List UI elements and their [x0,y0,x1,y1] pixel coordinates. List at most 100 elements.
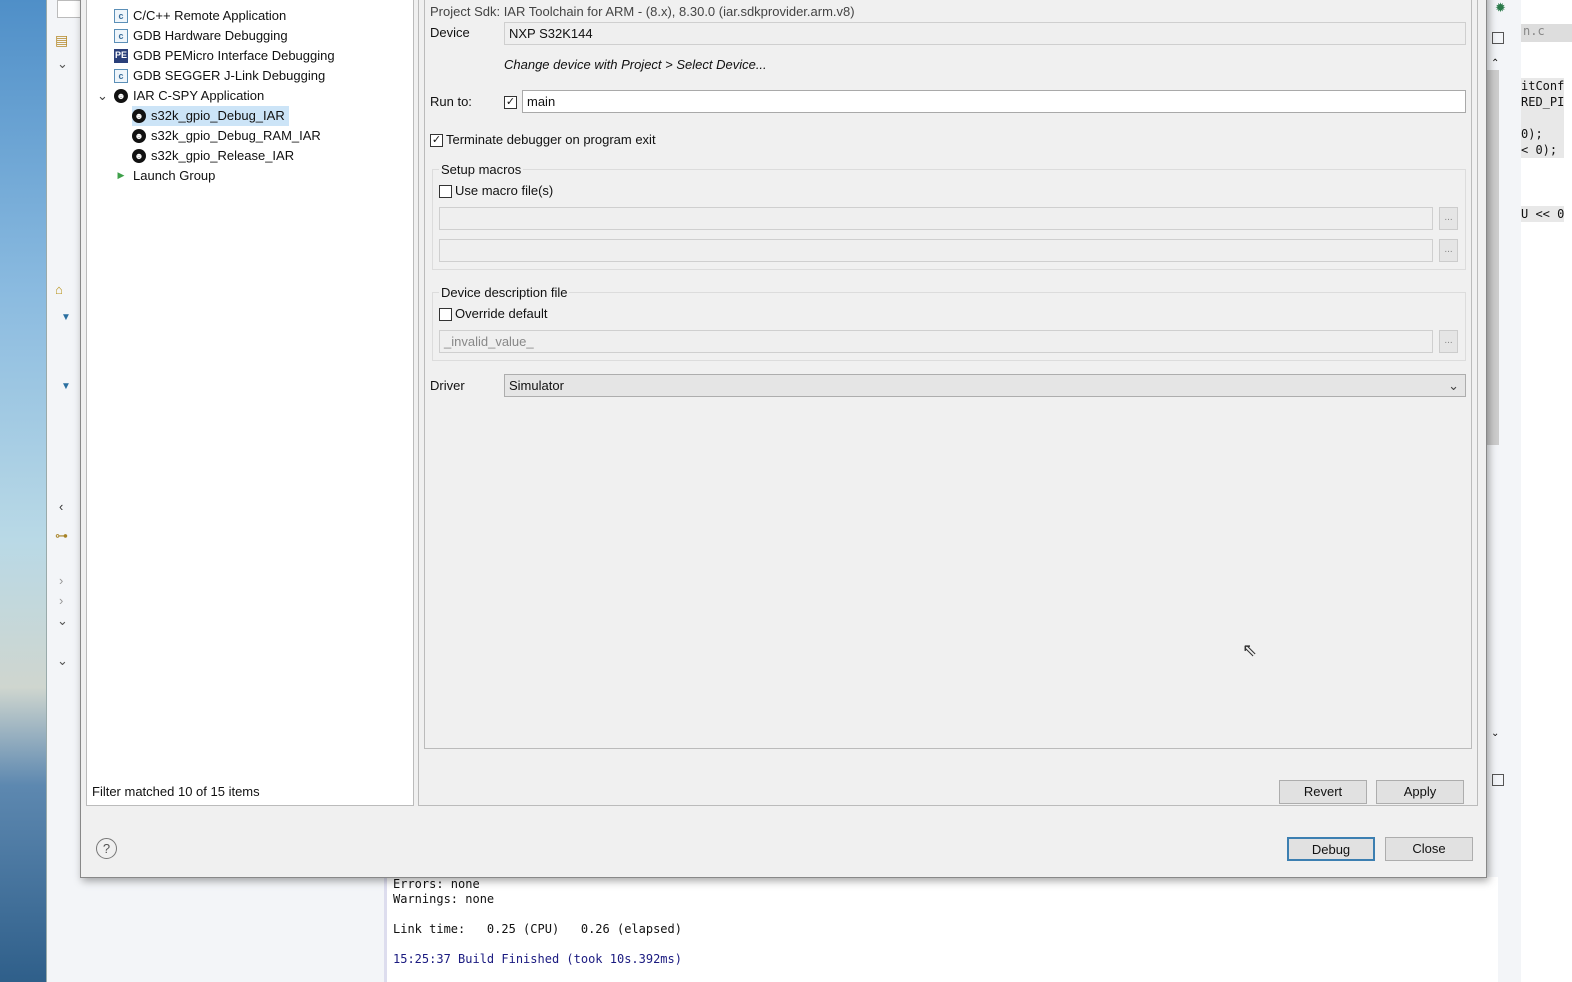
tree-item-gdb-hardware[interactable]: c GDB Hardware Debugging [114,26,288,46]
chevron-right-icon[interactable]: › [59,593,63,608]
debug-perspective-icon[interactable]: ⌂ [55,282,63,297]
code-line: RED_PI [1521,95,1565,109]
config-panel: Project Sdk: IAR Toolchain for ARM - (8.… [418,0,1478,806]
tree-item-label: GDB SEGGER J-Link Debugging [133,68,326,83]
close-button[interactable]: Close [1385,837,1473,861]
scroll-down-icon[interactable]: ⌄ [1491,728,1499,739]
code-line: < 0); [1521,143,1558,157]
project-explorer-icon[interactable]: ▤ [55,32,68,49]
setup-macros-group: Setup macros Use macro file(s) ... ... [432,160,1466,270]
code-line: 0); [1521,127,1543,141]
tree-item-s32k-debug-iar[interactable]: ☻ s32k_gpio_Debug_IAR [132,106,289,126]
browse-button[interactable]: ... [1439,239,1458,262]
macro-file-input-2 [439,239,1433,262]
device-description-input: _invalid_value_ [439,330,1433,353]
chevron-down-icon[interactable]: ⌄ [57,653,68,669]
tree-item-s32k-debug-ram-iar[interactable]: ☻ s32k_gpio_Debug_RAM_IAR [132,126,321,146]
console-line: Errors: none [393,877,480,891]
maximize-icon[interactable] [1492,32,1504,44]
run-to-checkbox[interactable]: ✓ [504,96,517,109]
tree-item-gdb-segger[interactable]: c GDB SEGGER J-Link Debugging [114,66,325,86]
revert-button[interactable]: Revert [1279,780,1367,804]
debugger-tab-content: Project Sdk: IAR Toolchain for ARM - (8.… [424,0,1472,749]
build-console[interactable]: Errors: none Warnings: none Link time: 0… [384,877,1498,982]
run-to-input[interactable]: main [522,90,1466,113]
chevron-down-icon: ⌄ [1448,378,1459,393]
tree-item-label: GDB PEMicro Interface Debugging [133,48,335,63]
outline-icon[interactable]: ⊶ [55,528,68,544]
tree-item-s32k-release-iar[interactable]: ☻ s32k_gpio_Release_IAR [132,146,294,166]
checkbox-checked[interactable]: ✓ [430,134,443,148]
code-line: U << 0 [1521,207,1565,221]
console-line: 15:25:37 Build Finished (took 10s.392ms) [393,952,682,966]
chevron-down-icon[interactable]: ⌄ [57,56,68,72]
chevron-down-icon[interactable]: ▼ [61,312,71,323]
launch-group-icon: ▶ [117,170,125,180]
console-line: Warnings: none [393,892,495,906]
iar-icon: ☻ [132,109,146,123]
tree-item-label: s32k_gpio_Release_IAR [151,148,295,163]
chevron-down-icon[interactable]: ⌄ [97,86,109,106]
tree-item-launch-group[interactable]: ▶ Launch Group [114,166,216,186]
tree-item-label: s32k_gpio_Debug_RAM_IAR [151,128,321,143]
tree-item-gdb-pemicro[interactable]: PE GDB PEMicro Interface Debugging [114,46,335,66]
tree-item-label: C/C++ Remote Application [133,8,287,23]
use-macro-checkbox[interactable]: Use macro file(s) [439,181,553,201]
maximize-icon[interactable] [1492,774,1504,786]
chevron-down-icon[interactable]: ▼ [61,381,71,392]
scrollbar[interactable] [1487,70,1499,445]
macro-file-input-1 [439,207,1433,230]
iar-icon: ☻ [114,89,128,103]
browse-button[interactable]: ... [1439,207,1458,230]
desktop-background [0,0,48,982]
code-line: itConf [1521,79,1565,93]
driver-value: Simulator [509,378,564,393]
scroll-up-icon[interactable]: ⌃ [1491,58,1499,69]
c-app-icon: c [114,9,128,23]
checkbox-unchecked[interactable] [439,308,452,322]
use-macro-label: Use macro file(s) [455,183,554,198]
filter-status: Filter matched 10 of 15 items [92,784,260,799]
c-app-icon: c [114,69,128,83]
override-default-checkbox[interactable]: Override default [439,304,548,324]
terminate-checkbox[interactable]: ✓ Terminate debugger on program exit [430,130,656,150]
debug-configurations-dialog: c C/C++ Remote Application c GDB Hardware … [80,0,1487,878]
browse-button[interactable]: ... [1439,330,1458,353]
iar-icon: ☻ [132,129,146,143]
scroll-left-icon[interactable]: ‹ [59,499,63,514]
debug-button[interactable]: Debug [1287,837,1375,861]
override-default-label: Override default [455,306,548,321]
chevron-down-icon[interactable]: ⌄ [57,613,68,629]
terminate-label: Terminate debugger on program exit [446,132,656,147]
help-icon[interactable]: ? [96,838,117,859]
checkbox-unchecked[interactable] [439,185,452,199]
tree-item-label: Launch Group [133,168,216,183]
tree-item-label: GDB Hardware Debugging [133,28,288,43]
tree-item-cpp-remote[interactable]: c C/C++ Remote Application [114,6,286,26]
device-hint: Change device with Project > Select Devi… [504,57,767,72]
mouse-cursor-icon: ⇖ [1242,640,1258,660]
tree-item-label: s32k_gpio_Debug_IAR [151,108,285,123]
apply-button[interactable]: Apply [1376,780,1464,804]
setup-macros-title: Setup macros [439,160,524,180]
project-sdk-label: Project Sdk: IAR Toolchain for ARM - (8.… [430,4,855,19]
c-app-icon: c [114,29,128,43]
editor-tab[interactable]: n.c [1521,24,1572,42]
device-description-group: Device description file Override default… [432,283,1466,361]
iar-icon: ☻ [132,149,146,163]
code-editor[interactable]: n.c itConf RED_PI 0); < 0); U << 0 [1521,0,1572,982]
device-description-title: Device description file [439,283,570,303]
device-label: Device [430,25,470,40]
new-icon[interactable] [57,0,81,18]
debug-bug-icon[interactable]: ✹ [1495,0,1506,16]
chevron-right-icon[interactable]: › [59,573,63,588]
driver-label: Driver [430,378,465,393]
driver-select[interactable]: Simulator ⌄ [504,374,1466,397]
pemicro-icon: PE [114,49,128,63]
launch-config-tree[interactable]: c C/C++ Remote Application c GDB Hardware … [86,0,414,806]
tree-item-iar-cspy[interactable]: ⌄ ☻ IAR C-SPY Application [97,86,264,106]
tree-item-label: IAR C-SPY Application [133,88,265,103]
device-field: NXP S32K144 [504,22,1466,45]
